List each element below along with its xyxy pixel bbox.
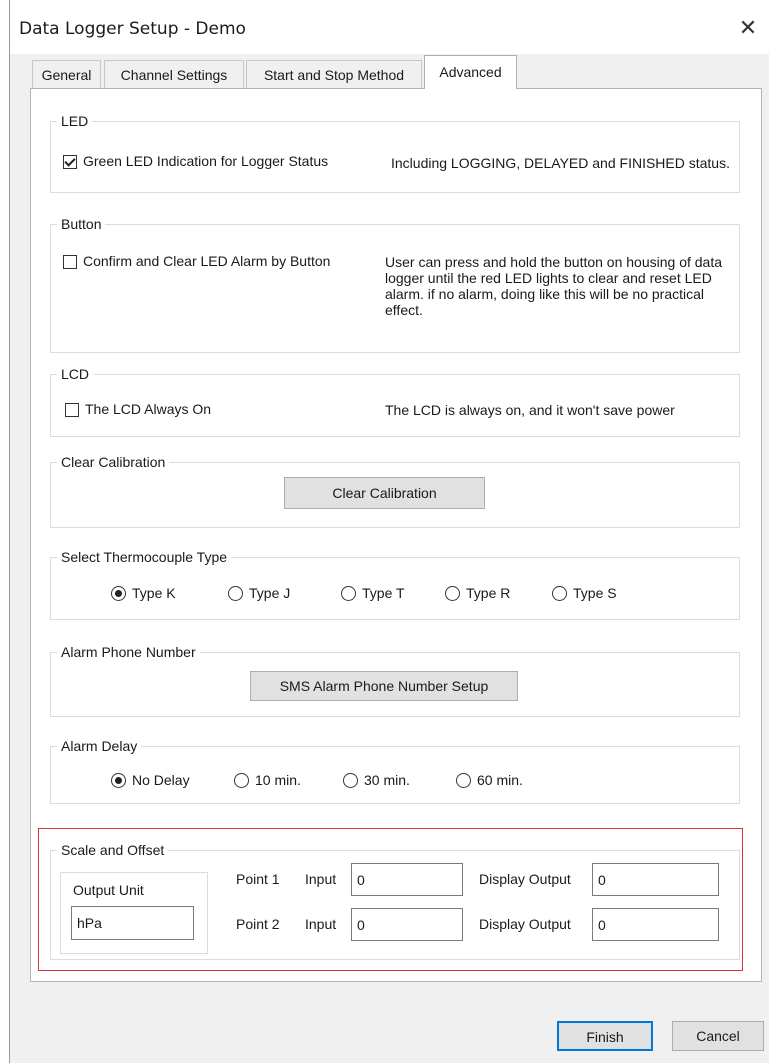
lcd-group: LCD The LCD Always On The LCD is always …	[50, 365, 740, 437]
scale-offset-legend: Scale and Offset	[57, 841, 169, 859]
tab-advanced[interactable]: Advanced	[424, 55, 517, 89]
thermocouple-legend: Select Thermocouple Type	[57, 548, 232, 566]
type-j-label: Type J	[249, 585, 291, 601]
type-t-label: Type T	[362, 585, 405, 601]
type-s-label: Type S	[573, 585, 617, 601]
point1-label: Point 1	[236, 871, 280, 887]
point2-input-label: Input	[305, 916, 337, 932]
window-title: Data Logger Setup - Demo	[19, 19, 246, 39]
scale-offset-group: Scale and Offset Output Unit Point 1 Inp…	[50, 841, 740, 960]
thermocouple-group: Select Thermocouple Type Type K Type J T…	[50, 548, 740, 620]
point2-label: Point 2	[236, 916, 280, 932]
point1-display-output-label: Display Output	[479, 871, 571, 887]
type-s-radio[interactable]	[552, 586, 567, 601]
tab-start-and-stop-method[interactable]: Start and Stop Method	[246, 60, 422, 88]
lcd-always-on-checkbox[interactable]	[65, 403, 79, 417]
led-legend: LED	[57, 112, 93, 130]
delay-60-min-label: 60 min.	[477, 772, 523, 788]
delay-60-min-radio[interactable]	[456, 773, 471, 788]
type-k-radio[interactable]	[111, 586, 126, 601]
lcd-always-on-checkbox-label: The LCD Always On	[85, 401, 212, 417]
type-t-radio[interactable]	[341, 586, 356, 601]
type-k-label: Type K	[132, 585, 176, 601]
delay-30-min-radio[interactable]	[343, 773, 358, 788]
alarm-delay-legend: Alarm Delay	[57, 737, 142, 755]
lcd-legend: LCD	[57, 365, 94, 383]
no-delay-label: No Delay	[132, 772, 190, 788]
type-r-radio[interactable]	[445, 586, 460, 601]
point2-input-field[interactable]	[351, 908, 463, 941]
type-j-radio[interactable]	[228, 586, 243, 601]
lcd-description: The LCD is always on, and it won't save …	[385, 402, 675, 418]
led-group: LED Green LED Indication for Logger Stat…	[50, 112, 740, 193]
confirm-clear-alarm-checkbox[interactable]	[63, 255, 77, 269]
confirm-clear-alarm-checkbox-label: Confirm and Clear LED Alarm by Button	[83, 253, 331, 269]
clear-calibration-group: Clear Calibration Clear Calibration	[50, 453, 740, 528]
type-r-label: Type R	[466, 585, 511, 601]
dialog-window: Data Logger Setup - Demo ✕ General Chann…	[9, 0, 769, 1063]
point1-input-label: Input	[305, 871, 337, 887]
tab-channel-settings[interactable]: Channel Settings	[104, 60, 244, 88]
clear-calibration-legend: Clear Calibration	[57, 453, 170, 471]
finish-button[interactable]: Finish	[557, 1021, 653, 1051]
clear-calibration-button[interactable]: Clear Calibration	[284, 477, 485, 509]
no-delay-radio[interactable]	[111, 773, 126, 788]
output-unit-group: Output Unit	[60, 872, 208, 954]
delay-30-min-label: 30 min.	[364, 772, 410, 788]
sms-alarm-phone-setup-button[interactable]: SMS Alarm Phone Number Setup	[250, 671, 518, 701]
button-group: Button Confirm and Clear LED Alarm by Bu…	[50, 215, 740, 353]
output-unit-label: Output Unit	[73, 882, 144, 898]
tab-general[interactable]: General	[32, 60, 101, 88]
point1-display-output-field[interactable]	[592, 863, 719, 896]
point2-display-output-label: Display Output	[479, 916, 571, 932]
advanced-tab-panel: LED Green LED Indication for Logger Stat…	[30, 88, 762, 982]
output-unit-input[interactable]	[71, 906, 194, 940]
led-description: Including LOGGING, DELAYED and FINISHED …	[391, 155, 730, 171]
point2-display-output-field[interactable]	[592, 908, 719, 941]
alarm-phone-legend: Alarm Phone Number	[57, 643, 200, 661]
point1-input-field[interactable]	[351, 863, 463, 896]
delay-10-min-label: 10 min.	[255, 772, 301, 788]
alarm-phone-group: Alarm Phone Number SMS Alarm Phone Numbe…	[50, 643, 740, 717]
delay-10-min-radio[interactable]	[234, 773, 249, 788]
title-bar[interactable]: Data Logger Setup - Demo ✕	[10, 0, 769, 54]
led-status-checkbox-label: Green LED Indication for Logger Status	[83, 153, 329, 169]
close-icon[interactable]: ✕	[732, 12, 764, 44]
alarm-delay-group: Alarm Delay No Delay 10 min. 30 min. 60 …	[50, 737, 740, 804]
led-status-checkbox[interactable]	[63, 155, 77, 169]
button-legend: Button	[57, 215, 106, 233]
button-description: User can press and hold the button on ho…	[385, 254, 723, 318]
cancel-button[interactable]: Cancel	[672, 1021, 764, 1051]
